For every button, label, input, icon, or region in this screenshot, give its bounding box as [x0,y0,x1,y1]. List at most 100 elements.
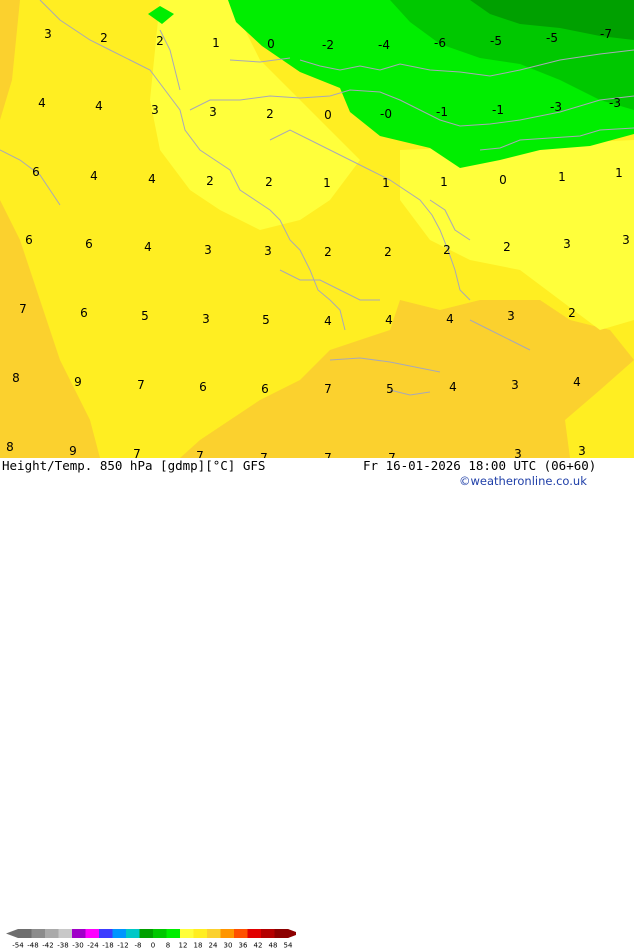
temperature-value-label: 1 [323,176,331,190]
color-scale-segment [99,929,113,938]
color-scale-label: 48 [269,942,278,948]
color-scale-segment [126,929,140,938]
temperature-value-label: -1 [436,105,448,119]
site-credit[interactable]: ©weatheronline.co.uk [459,474,587,488]
temperature-value-label: -0 [380,107,392,121]
temperature-value-label: 4 [385,313,393,327]
color-scale-segment [18,929,32,938]
color-scale-legend: -54-48-42-38-30-24-18-12-808121824303642… [4,928,296,948]
color-scale-label: -12 [117,942,128,948]
color-scale-label: 0 [151,942,155,948]
temperature-value-label: 1 [615,166,623,180]
temperature-value-label: 2 [503,240,511,254]
temperature-value-label: 7 [324,451,332,458]
temperature-value-label: 6 [32,165,40,179]
color-scale-label: 18 [194,942,203,948]
temperature-value-label: 2 [384,245,392,259]
temperature-value-label: 7 [260,451,268,458]
color-scale-label: -38 [57,942,68,948]
temperature-value-label: 7 [137,378,145,392]
color-scale-label: -30 [72,942,83,948]
temperature-value-label: 4 [573,375,581,389]
temperature-value-label: 9 [74,375,82,389]
temperature-value-label: -5 [546,31,558,45]
temperature-value-label: 9 [69,444,77,458]
color-scale-high-arrow [288,929,296,938]
temperature-value-label: -5 [490,34,502,48]
temperature-value-label: 7 [133,447,141,458]
temperature-value-label: 4 [38,96,46,110]
temperature-value-label: 0 [267,37,275,51]
temperature-value-label: 1 [558,170,566,184]
color-scale-segment [72,929,86,938]
temperature-value-label: 3 [511,378,519,392]
temperature-value-label: 0 [324,108,332,122]
temperature-value-label: 5 [262,313,270,327]
temperature-value-label: 2 [443,243,451,257]
color-scale-label: -48 [27,942,38,948]
color-scale-segment [59,929,73,938]
color-scale-label: 30 [224,942,233,948]
color-scale-label: 36 [239,942,248,948]
color-scale-segment [221,929,235,938]
temperature-value-label: 6 [261,382,269,396]
temperature-value-label: 2 [156,34,164,48]
color-scale-segment [207,929,221,938]
temperature-value-label: -1 [492,103,504,117]
temperature-value-label: 3 [514,447,522,458]
color-scale-segment [194,929,208,938]
temperature-value-label: 4 [446,312,454,326]
temperature-value-label: 8 [12,371,20,385]
color-scale-label: -24 [87,942,99,948]
color-scale-label: 8 [166,942,170,948]
temperature-value-label: 3 [151,103,159,117]
temperature-value-label: 6 [85,237,93,251]
color-scale-segment [261,929,275,938]
temperature-value-label: 2 [265,175,273,189]
temperature-value-label: 1 [440,175,448,189]
temperature-value-label: 2 [206,174,214,188]
temperature-value-label: -6 [434,36,446,50]
temperature-value-label: 0 [499,173,507,187]
temperature-value-label: 8 [6,440,14,454]
temperature-value-label: 2 [100,31,108,45]
color-scale-label: 12 [179,942,188,948]
temperature-value-label: 3 [622,233,630,247]
temperature-value-label: 3 [44,27,52,41]
color-scale-label: -42 [42,942,53,948]
color-scale-label: 24 [209,942,218,948]
temperature-value-label: 1 [212,36,220,50]
temperature-value-label: -7 [600,27,612,41]
color-scale-segment [167,929,181,938]
color-scale-segment [180,929,194,938]
temperature-value-label: -3 [609,96,621,110]
color-scale-segment [140,929,154,938]
color-scale-low-arrow [6,929,18,938]
temperature-value-label: 3 [507,309,515,323]
map-canvas: 3 2 2 1 0 -2 -4 -6 -5 -5 -7 4 4 3 3 2 0 -0 -1 -1 -3 -3 6 4 4 2 2 1 1… [0,0,634,458]
color-scale-segment [86,929,100,938]
temperature-value-label: -2 [322,38,334,52]
temperature-value-label: 7 [324,382,332,396]
color-scale-segment [45,929,59,938]
map-title: Height/Temp. 850 hPa [gdmp][°C] GFS [2,459,265,473]
footer: Height/Temp. 850 hPa [gdmp][°C] GFS Fr 1… [0,458,634,490]
temperature-value-label: 4 [449,380,457,394]
temperature-map: 3 2 2 1 0 -2 -4 -6 -5 -5 -7 4 4 3 3 2 0 -0 -1 -1 -3 -3 6 4 4 2 2 1 1… [0,0,634,458]
temperature-value-label: 2 [324,245,332,259]
temperature-value-label: 3 [264,244,272,258]
temperature-value-label: 6 [25,233,33,247]
temperature-value-label: 3 [209,105,217,119]
temperature-value-label: 1 [382,176,390,190]
color-scale-segment [248,929,262,938]
temperature-value-label: 2 [266,107,274,121]
color-scale-segment [234,929,248,938]
color-scale-segment [32,929,46,938]
color-scale-segment [153,929,167,938]
temperature-value-label: -3 [550,100,562,114]
temperature-value-label: -4 [378,38,390,52]
temperature-value-label: 4 [95,99,103,113]
color-scale-label: -8 [135,942,142,948]
temperature-value-label: 4 [324,314,332,328]
forecast-datetime: Fr 16-01-2026 18:00 UTC (06+60) [363,459,596,473]
